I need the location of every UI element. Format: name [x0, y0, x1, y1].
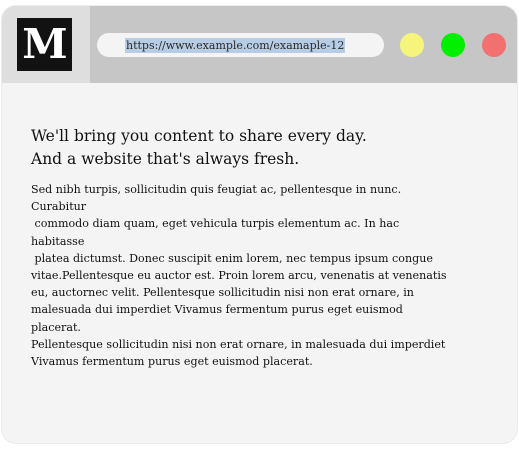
body-line: Sed nibh turpis, sollicitudin quis feugi… [31, 183, 402, 196]
browser-window: M https://www.example.com/examaple-12 We… [2, 6, 517, 443]
headline-line: We'll bring you content to share every d… [31, 127, 367, 145]
body-line: eu, auctornec velit. Pellentesque sollic… [31, 286, 414, 300]
body-line: commodo diam quam, eget vehicula turpis … [31, 217, 400, 231]
logo-panel: M [2, 6, 90, 83]
headline-line: And a website that's always fresh. [31, 150, 300, 168]
title-bar: M https://www.example.com/examaple-12 [2, 6, 517, 83]
body-line: Pellentesque sollicitudin nisi non erat … [31, 337, 446, 351]
body-line: vitae.Pellentesque eu auctor est. Proin … [31, 269, 447, 283]
close-button[interactable] [482, 33, 506, 57]
medium-logo-icon[interactable]: M [17, 18, 72, 71]
url-text[interactable]: https://www.example.com/examaple-12 [125, 38, 346, 53]
body-line: Curabitur [31, 200, 87, 214]
body-line: malesuada dui imperdiet Vivamus fermentu… [31, 303, 403, 317]
page-headline: We'll bring you content to share every d… [31, 125, 501, 171]
address-bar[interactable]: https://www.example.com/examaple-12 [97, 33, 384, 57]
body-line: placerat. [31, 320, 81, 334]
body-line: platea dictumst. Donec suscipit enim lor… [31, 251, 433, 265]
body-paragraph: Sed nibh turpis, sollicitudin quis feugi… [31, 181, 501, 370]
minimize-button[interactable] [400, 33, 424, 57]
maximize-button[interactable] [441, 33, 465, 57]
body-line: habitasse [31, 234, 85, 248]
body-line: Vivamus fermentum purus eget euismod pla… [31, 355, 313, 369]
